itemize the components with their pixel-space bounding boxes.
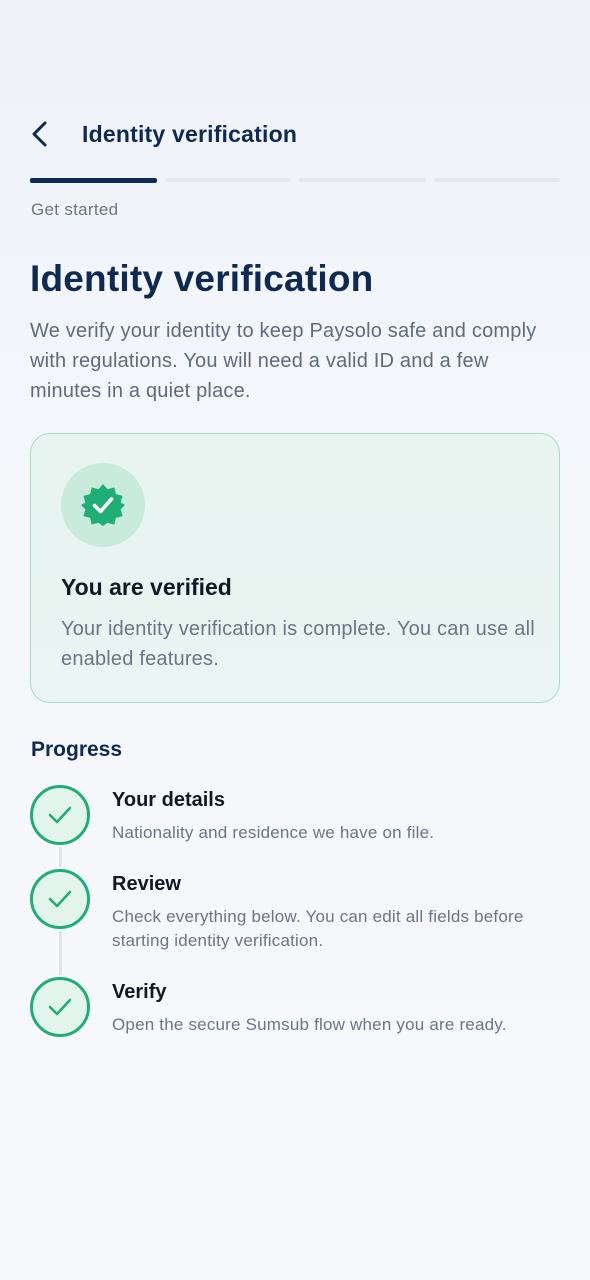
verified-badge-icon [81,484,125,526]
checkmark-icon [48,998,72,1016]
checkmark-icon [48,890,72,908]
verified-status-card: You are verified Your identity verificat… [30,433,560,703]
verified-description: Your identity verification is complete. … [61,618,535,670]
step-description: Open the secure Sumsub flow when you are… [112,1015,507,1034]
step-description: Nationality and residence we have on fil… [112,823,435,842]
step-complete-indicator [30,869,90,929]
step-complete-indicator [30,977,90,1037]
top-bar: Identity verification [30,112,560,156]
step-description: Check everything below. You can edit all… [112,907,524,950]
verified-title: You are verified [61,574,232,600]
current-step-label: Get started [31,200,119,219]
progress-step-review: Review Check everything below. You can e… [30,869,550,950]
intro-text: We verify your identity to keep Paysolo … [30,320,537,402]
page-title: Identity verification [30,258,374,299]
chevron-left-icon [32,121,47,147]
verified-badge [61,463,145,547]
step-title: Review [112,873,181,895]
header-title: Identity verification [82,120,298,147]
checkmark-icon [48,806,72,824]
step-segment-3 [299,178,426,182]
back-button[interactable] [30,114,54,154]
step-title: Your details [112,789,225,811]
step-complete-indicator [30,785,90,845]
progress-step-your-details: Your details Nationality and residence w… [30,785,550,847]
step-title: Verify [112,981,167,1003]
progress-step-verify: Verify Open the secure Sumsub flow when … [30,977,550,1057]
step-connector [59,847,62,867]
step-progress-bar [30,178,560,184]
step-segment-1 [30,178,157,183]
step-segment-4 [433,178,560,182]
progress-heading: Progress [31,738,123,761]
step-segment-2 [164,178,291,182]
